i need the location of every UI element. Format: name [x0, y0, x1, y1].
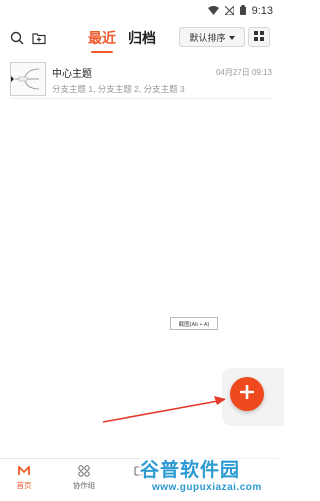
tab-recent[interactable]: 最近	[88, 28, 116, 53]
screenshot-tooltip: 截图(Alt + A)	[170, 317, 218, 330]
plus-icon	[239, 384, 255, 404]
signal-icon	[223, 2, 235, 20]
file-title: 中心主题	[52, 69, 92, 80]
group-icon	[78, 465, 90, 477]
battery-icon	[239, 2, 246, 20]
grid-view-button[interactable]	[248, 27, 270, 47]
watermark-title: 谷普软件园	[140, 460, 241, 481]
caret-down-icon	[228, 32, 235, 42]
file-list-item[interactable]: 中心主题 分支主题 1, 分支主题 2, 分支主题 3 04月27日 09:13	[10, 62, 272, 99]
watermark-url: www.gupuxiazai.com	[152, 482, 262, 493]
mindmap-thumbnail	[10, 62, 46, 96]
tab-bar: 最近 归档	[88, 28, 156, 53]
home-logo-icon	[18, 465, 30, 477]
nav-home-label: 首页	[16, 481, 32, 490]
add-button[interactable]	[230, 377, 264, 411]
nav-group[interactable]: 协作组	[66, 465, 102, 495]
toolbar-left-actions	[10, 31, 46, 50]
status-bar: 9:13	[0, 0, 281, 22]
grid-view-icon	[254, 28, 264, 46]
new-folder-icon[interactable]	[32, 31, 46, 50]
tab-archive[interactable]: 归档	[128, 28, 156, 48]
sort-dropdown[interactable]: 默认排序	[179, 27, 245, 47]
wifi-icon	[207, 2, 219, 20]
file-subtitle: 分支主题 1, 分支主题 2, 分支主题 3	[52, 84, 185, 94]
watermark: 谷普软件园 www.gupuxiazai.com	[138, 455, 278, 497]
nav-group-label: 协作组	[72, 481, 96, 490]
status-time: 9:13	[251, 5, 273, 17]
file-date: 04月27日 09:13	[215, 68, 272, 77]
nav-home[interactable]: 首页	[6, 465, 42, 495]
top-toolbar: 最近 归档 默认排序	[0, 24, 281, 54]
search-icon[interactable]	[10, 31, 24, 50]
sort-label: 默认排序	[189, 32, 226, 43]
